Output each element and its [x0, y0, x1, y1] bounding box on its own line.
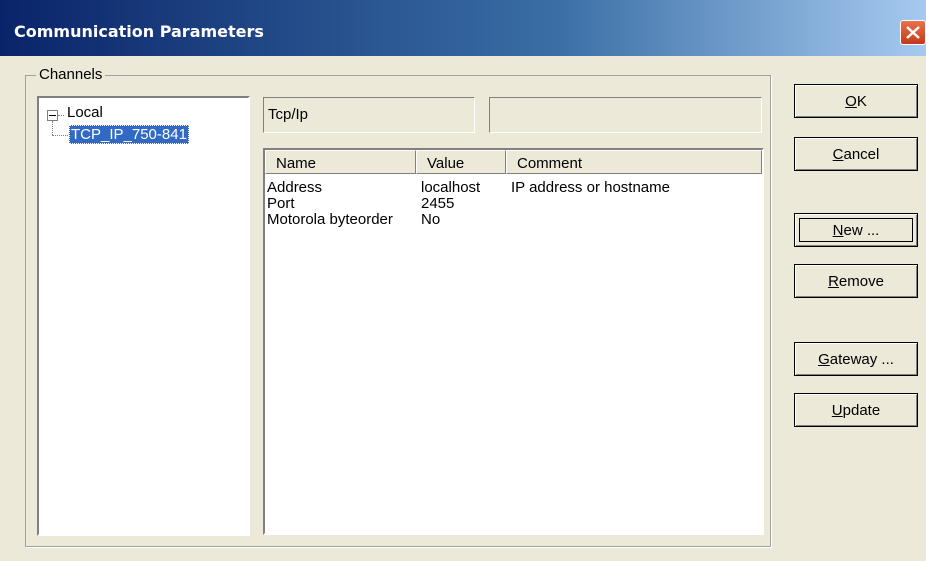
new-button[interactable]: New ...	[794, 213, 918, 247]
column-header-comment[interactable]: Comment	[506, 150, 762, 174]
cancel-mnemonic: C	[832, 145, 844, 163]
channels-tree[interactable]: Local TCP_IP_750-841	[37, 96, 250, 536]
cancel-label: ancel	[843, 145, 880, 163]
new-label: ew ...	[843, 221, 880, 239]
cell-comment: IP address or hostname	[511, 179, 670, 196]
gateway-mnemonic: G	[818, 350, 830, 368]
title-bar[interactable]: Communication Parameters	[0, 0, 926, 56]
tree-connector	[52, 135, 68, 136]
gateway-label: ateway ...	[829, 350, 894, 368]
update-button[interactable]: Update	[794, 393, 918, 427]
parameters-table[interactable]: Name Value Comment Address localhost IP …	[263, 148, 764, 535]
update-mnemonic: U	[831, 401, 843, 419]
tree-connector	[52, 121, 53, 135]
gateway-button[interactable]: Gateway ...	[794, 342, 918, 376]
tree-connector	[58, 115, 64, 116]
cell-name: Motorola byteorder	[267, 211, 393, 228]
column-header-value[interactable]: Value	[416, 150, 506, 174]
remove-button[interactable]: Remove	[794, 264, 918, 298]
close-button[interactable]	[900, 20, 926, 45]
table-row[interactable]: Port 2455	[265, 196, 762, 212]
table-row[interactable]: Motorola byteorder No	[265, 212, 762, 228]
close-icon	[906, 26, 920, 39]
cell-name: Port	[267, 195, 295, 212]
table-header: Name Value Comment	[265, 150, 762, 174]
cell-value[interactable]: No	[421, 212, 440, 228]
channels-group-label: Channels	[36, 66, 106, 83]
cell-value[interactable]: localhost	[421, 180, 480, 196]
window-title: Communication Parameters	[14, 22, 264, 41]
ok-button[interactable]: OK	[794, 84, 918, 118]
cell-name: Address	[267, 179, 323, 196]
channel-info-field[interactable]	[489, 97, 762, 133]
new-mnemonic: N	[832, 221, 844, 239]
collapse-icon[interactable]	[47, 110, 58, 121]
channel-name-field[interactable]: Tcp/Ip	[263, 97, 475, 133]
remove-label: emove	[838, 272, 884, 290]
cell-value[interactable]: 2455	[421, 196, 454, 212]
cancel-button[interactable]: Cancel	[794, 137, 918, 171]
column-header-name[interactable]: Name	[265, 150, 416, 174]
tree-node-local[interactable]: Local	[67, 104, 103, 121]
ok-label: K	[856, 92, 867, 110]
ok-mnemonic: O	[845, 92, 857, 110]
table-row[interactable]: Address localhost IP address or hostname	[265, 180, 762, 196]
tree-node-tcp-ip[interactable]: TCP_IP_750-841	[69, 125, 189, 144]
update-label: pdate	[842, 401, 881, 419]
remove-mnemonic: R	[828, 272, 839, 290]
